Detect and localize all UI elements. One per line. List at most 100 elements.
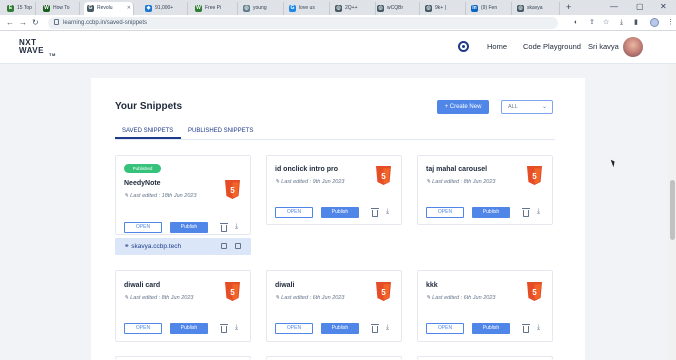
external-link-icon[interactable]	[235, 243, 241, 249]
snippet-date: ✎ Last edited : 6th Jun 2023	[275, 295, 345, 301]
snippet-card[interactable]: diwali ✎ Last edited : 6th Jun 2023 5 OP…	[266, 270, 402, 342]
status-badge: Published	[124, 164, 161, 173]
open-button[interactable]: OPEN	[275, 207, 313, 218]
open-button[interactable]: OPEN	[124, 323, 162, 334]
minimize-icon[interactable]: —	[610, 0, 618, 14]
snippet-card[interactable]: diwali card ✎ Last edited : 8th Jun 2023…	[115, 270, 251, 342]
reload-icon[interactable]: ↻	[32, 17, 39, 29]
publish-button[interactable]: Publish	[170, 222, 208, 233]
new-tab-button[interactable]: +	[566, 2, 571, 13]
close-tab-icon[interactable]: ✕	[127, 2, 131, 15]
browser-tab[interactable]: E 15 Top	[4, 2, 36, 15]
snippet-card[interactable]: Published NeedyNote ✎ Last edited : 18th…	[115, 155, 251, 235]
close-window-icon[interactable]: ✕	[660, 0, 667, 14]
publish-button[interactable]: Publish	[472, 207, 510, 218]
nav-code-playground[interactable]: Code Playground	[523, 41, 581, 53]
filter-select[interactable]: ALL ⌄	[501, 100, 553, 114]
snippet-card[interactable]: taj mahal carousel ✎ Last edited : 8th J…	[417, 155, 553, 225]
snippet-date: ✎ Last edited : 9th Jun 2023	[275, 179, 345, 185]
snippet-card[interactable]: id onclick intro pro ✎ Last edited : 9th…	[266, 155, 402, 225]
nxtwave-logo[interactable]: NXT WAVE TM	[19, 39, 55, 58]
published-link[interactable]: ⚭ skavya.ccbp.tech	[124, 238, 181, 255]
back-icon[interactable]: ←	[6, 17, 14, 29]
delete-icon[interactable]	[371, 324, 379, 333]
tab-saved-snippets[interactable]: SAVED SNIPPETS	[122, 125, 173, 137]
download-icon[interactable]: ⤓	[386, 324, 389, 332]
tab-favicon-icon: ◎	[335, 5, 342, 12]
tab-favicon-icon: G	[289, 5, 296, 12]
tab-favicon-icon: ◎	[517, 5, 524, 12]
browser-tab[interactable]: W Free Pi	[192, 2, 238, 15]
user-name[interactable]: Sri kavya	[588, 41, 619, 53]
publish-button[interactable]: Publish	[321, 323, 359, 334]
tab-published-snippets[interactable]: PUBLISHED SNIPPETS	[188, 125, 253, 137]
delete-icon[interactable]	[371, 208, 379, 217]
html5-icon: 5	[376, 282, 391, 301]
delete-icon[interactable]	[220, 223, 228, 232]
snippet-card[interactable]: kkk ✎ Last edited : 6th Jun 2023 5 OPEN …	[417, 270, 553, 342]
snippet-title: NeedyNote	[124, 180, 161, 187]
tab-favicon-icon: ◎	[425, 5, 432, 12]
browser-tab[interactable]: ◎ young	[240, 2, 284, 15]
download-icon[interactable]: ⤓	[386, 208, 389, 216]
bookmark-star-icon[interactable]: ☆	[603, 18, 609, 28]
browser-tab[interactable]: ◎ 9k+ (	[422, 2, 466, 15]
browser-tab[interactable]: W How To	[40, 2, 80, 15]
snippet-card[interactable]	[115, 356, 251, 360]
browser-tab[interactable]: Glove us	[286, 2, 330, 15]
browser-tab-active[interactable]: G Revolu ✕	[84, 2, 134, 15]
copy-icon[interactable]	[221, 243, 227, 249]
browser-tab[interactable]: in (9) Fen	[468, 2, 512, 15]
snippet-title: id onclick intro pro	[275, 166, 339, 173]
html5-icon: 5	[225, 180, 240, 199]
snippet-card[interactable]	[266, 356, 402, 360]
svg-text:5: 5	[381, 172, 386, 181]
create-new-button[interactable]: + Create New	[437, 100, 489, 114]
browser-tab[interactable]: ◎ 2Q++	[332, 2, 376, 15]
publish-button[interactable]: Publish	[170, 323, 208, 334]
delete-icon[interactable]	[522, 208, 530, 217]
tab-favicon-icon: ◎	[377, 5, 384, 12]
open-button[interactable]: OPEN	[124, 222, 162, 233]
delete-icon[interactable]	[522, 324, 530, 333]
extensions-icon[interactable]: ▮	[634, 18, 638, 28]
browser-profile-icon[interactable]	[650, 18, 659, 27]
html5-icon: 5	[527, 282, 542, 301]
browser-tab[interactable]: ◆ 91,000+	[142, 2, 188, 15]
address-bar[interactable]: learning.ccbp.in/saved-snippets	[48, 17, 558, 29]
active-tab-indicator	[115, 137, 181, 139]
browser-menu-icon[interactable]: ⋮	[667, 18, 674, 28]
open-button[interactable]: OPEN	[426, 207, 464, 218]
google-lens-icon[interactable]: ◐	[574, 18, 578, 28]
nav-home[interactable]: Home	[487, 41, 507, 53]
scrollbar-thumb[interactable]	[670, 180, 675, 240]
chevron-down-icon: ⌄	[541, 104, 547, 110]
open-button[interactable]: OPEN	[275, 323, 313, 334]
streak-icon[interactable]	[458, 41, 469, 52]
delete-icon[interactable]	[220, 324, 228, 333]
download-icon[interactable]: ⤓	[235, 324, 238, 332]
download-icon[interactable]: ⤓	[235, 223, 238, 231]
forward-icon[interactable]: →	[19, 17, 27, 29]
snippet-date: ✎ Last edited : 18th Jun 2023	[124, 193, 197, 199]
tabs-divider	[115, 139, 555, 140]
page-title: Your Snippets	[115, 101, 183, 112]
download-icon[interactable]: ⤓	[620, 18, 623, 28]
mouse-cursor-icon	[610, 158, 617, 168]
download-icon[interactable]: ⤓	[537, 324, 540, 332]
download-icon[interactable]: ⤓	[537, 208, 540, 216]
browser-tab[interactable]: ◎ skavya	[514, 2, 560, 15]
snippet-card[interactable]	[417, 356, 553, 360]
published-link-bar: ⚭ skavya.ccbp.tech	[115, 238, 251, 255]
publish-button[interactable]: Publish	[321, 207, 359, 218]
open-button[interactable]: OPEN	[426, 323, 464, 334]
tab-favicon-icon: W	[195, 5, 202, 12]
avatar[interactable]	[623, 37, 643, 57]
browser-tab[interactable]: ◎ wCQBr	[374, 2, 420, 15]
snippet-title: diwali card	[124, 282, 161, 289]
snippet-date: ✎ Last edited : 6th Jun 2023	[426, 295, 496, 301]
snippet-date: ✎ Last edited : 8th Jun 2023	[124, 295, 194, 301]
maximize-icon[interactable]: ▢	[636, 0, 644, 14]
publish-button[interactable]: Publish	[472, 323, 510, 334]
share-icon[interactable]: ⇪	[589, 18, 595, 28]
